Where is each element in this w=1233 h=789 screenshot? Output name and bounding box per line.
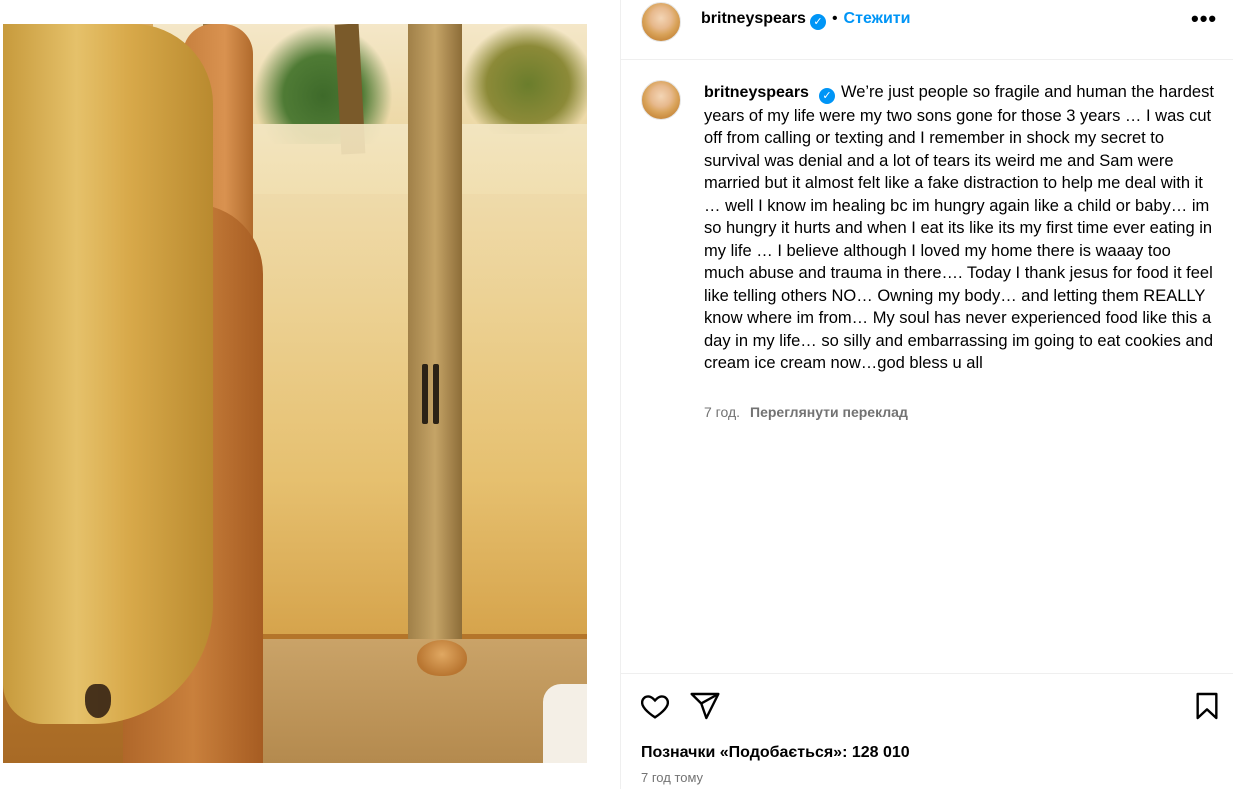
header-user: britneyspears ✓ • Стежити bbox=[701, 10, 910, 30]
avatar[interactable] bbox=[641, 2, 681, 42]
photo-door-handle bbox=[433, 364, 439, 424]
likes-count[interactable]: Позначки «Подобається»: 128 010 bbox=[641, 744, 910, 762]
post-actions: Позначки «Подобається»: 128 010 7 год то… bbox=[621, 673, 1233, 789]
photo-tattoo bbox=[85, 684, 111, 718]
verified-badge-icon: ✓ bbox=[818, 88, 835, 104]
photo-basket bbox=[417, 640, 467, 676]
more-options-icon[interactable]: ••• bbox=[1191, 6, 1217, 32]
caption-text: britneyspears ✓ We’re just people so fragi… bbox=[704, 81, 1214, 375]
photo-door-frame-middle bbox=[408, 24, 462, 664]
photo-towel bbox=[543, 684, 587, 763]
caption-block: britneyspears ✓ We’re just people so fragi… bbox=[621, 60, 1233, 672]
post-sidebar: britneyspears ✓ • Стежити ••• britneyspears… bbox=[620, 0, 1233, 789]
avatar[interactable] bbox=[641, 80, 681, 120]
photo-hair bbox=[3, 24, 213, 724]
post-time-ago: 7 год тому bbox=[641, 770, 704, 785]
caption-meta: 7 год. Переглянути переклад bbox=[704, 404, 908, 420]
bookmark-icon[interactable] bbox=[1191, 690, 1223, 722]
caption-username[interactable]: britneyspears bbox=[704, 84, 809, 101]
caption-body: We’re just people so fragile and human t… bbox=[704, 83, 1214, 372]
post-photo[interactable] bbox=[3, 24, 587, 763]
see-translation-button[interactable]: Переглянути переклад bbox=[750, 404, 908, 420]
post-header: britneyspears ✓ • Стежити ••• bbox=[621, 0, 1233, 60]
separator-dot: • bbox=[831, 10, 838, 27]
paper-plane-icon[interactable] bbox=[689, 690, 721, 722]
heart-icon[interactable] bbox=[639, 690, 671, 722]
photo-palm-right bbox=[463, 24, 587, 134]
caption-time: 7 год. bbox=[704, 404, 741, 420]
verified-badge-icon: ✓ bbox=[809, 14, 826, 30]
follow-button[interactable]: Стежити bbox=[844, 10, 911, 27]
username-link[interactable]: britneyspears bbox=[701, 10, 806, 27]
post-media bbox=[0, 0, 620, 789]
photo-door-handle bbox=[422, 364, 428, 424]
photo-frosted-glass bbox=[213, 124, 587, 634]
